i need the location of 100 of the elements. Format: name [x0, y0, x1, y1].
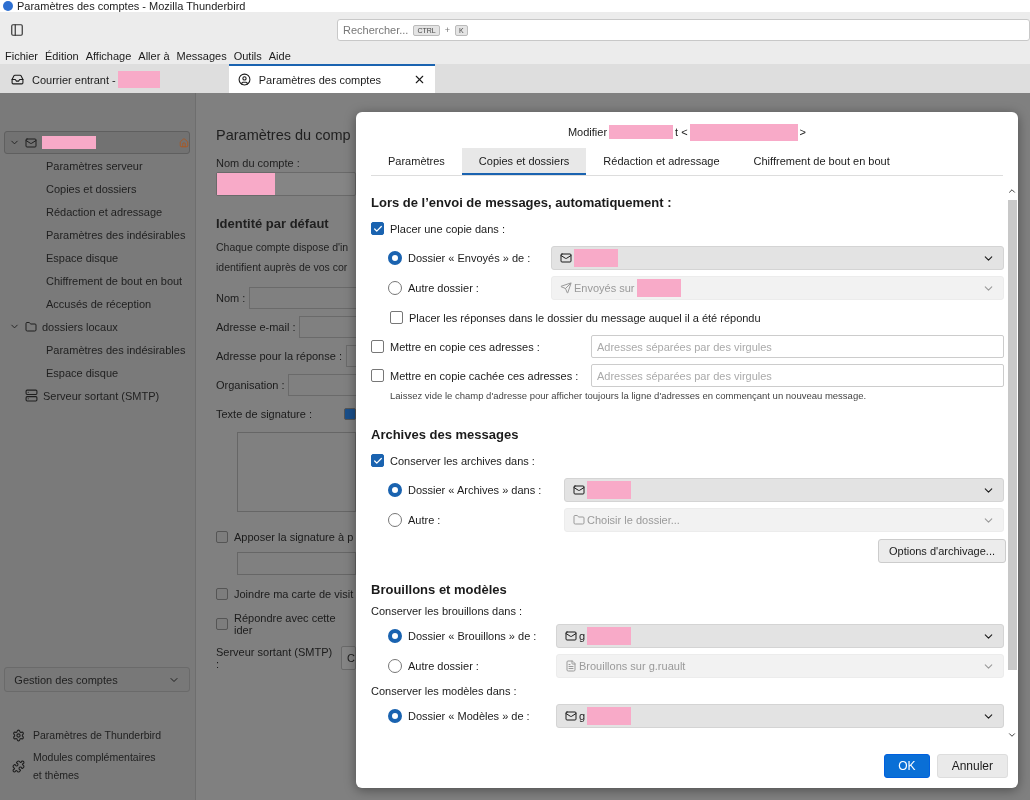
sidebar-link[interactable]: Modules complémentaires et thèmes — [4, 748, 190, 784]
mail-icon — [573, 484, 585, 496]
radio-button[interactable] — [388, 513, 402, 527]
section-heading: Identité par défaut — [216, 216, 329, 231]
scrollbar[interactable] — [1006, 186, 1018, 740]
cancel-button[interactable]: Annuler — [936, 754, 1008, 778]
puzzle-icon — [12, 759, 25, 773]
menu-item[interactable]: Édition — [45, 50, 79, 62]
redaction-block — [217, 173, 275, 195]
checkbox-label: Placer les réponses dans le dossier du message auquel il a été répondu — [409, 311, 761, 324]
field-label: Nom du compte : — [216, 157, 300, 169]
radio-label: Dossier « Envoyés » de : — [408, 252, 532, 264]
mail-icon — [25, 136, 37, 149]
sidebar-toggle-icon[interactable] — [10, 23, 24, 37]
search-placeholder: Rechercher... — [343, 24, 409, 36]
text-input[interactable] — [249, 286, 356, 309]
checkbox[interactable] — [216, 588, 228, 600]
tree-item[interactable]: Espace disque — [4, 246, 190, 269]
redaction-block — [587, 707, 632, 725]
menu-item[interactable]: Fichier — [5, 50, 38, 62]
menu-item[interactable]: Affichage — [85, 50, 132, 62]
checkbox-label: Placer une copie dans : — [390, 222, 505, 235]
mail-icon — [560, 252, 572, 264]
tree-item[interactable]: dossiers locaux — [4, 315, 190, 338]
checkbox[interactable] — [344, 407, 356, 420]
checkbox[interactable] — [371, 340, 384, 353]
address-input[interactable]: Adresses séparées par des virgules — [591, 364, 1004, 387]
folder-icon — [25, 320, 37, 333]
tree-item[interactable]: Rédaction et adressage — [4, 200, 190, 223]
field-label: Adresse e-mail : — [216, 320, 296, 333]
tree-item[interactable] — [4, 131, 190, 154]
file-input[interactable] — [237, 552, 356, 575]
ok-button[interactable]: OK — [884, 754, 930, 778]
checkbox[interactable] — [216, 531, 228, 543]
radio-label: Autre : — [408, 514, 442, 526]
group-label: Conserver les modèles dans : — [371, 684, 518, 699]
tree-item[interactable]: Paramètres des indésirables — [4, 338, 190, 361]
tab[interactable]: Rédaction et adressage — [586, 148, 737, 175]
scroll-down-icon[interactable] — [1007, 730, 1017, 740]
dialog-title: t < — [675, 126, 688, 138]
checkbox[interactable] — [371, 222, 384, 235]
radio-button[interactable] — [388, 251, 402, 265]
menu-item[interactable]: Aller à — [138, 50, 170, 62]
field-label: Serveur sortant (SMTP) : — [216, 645, 334, 670]
checkbox[interactable] — [371, 369, 384, 382]
house-icon — [179, 137, 189, 148]
address-input[interactable]: Adresses séparées par des virgules — [591, 335, 1004, 358]
folder-dropdown[interactable]: g — [556, 704, 1004, 728]
tree-item[interactable]: Accusés de réception — [4, 292, 190, 315]
account-name-input[interactable] — [216, 172, 356, 196]
radio-button[interactable] — [388, 281, 402, 295]
redaction-block — [117, 71, 160, 88]
smtp-dropdown[interactable]: C — [341, 645, 356, 670]
folder-dropdown[interactable]: g — [556, 624, 1004, 648]
checkbox-label: Apposer la signature à p — [234, 531, 354, 543]
radio-label: Autre dossier : — [408, 660, 480, 672]
checkbox[interactable] — [371, 454, 384, 467]
tree-item[interactable]: Espace disque — [4, 361, 190, 384]
checkbox-label: Mettre en copie cachée ces adresses : — [390, 369, 580, 382]
dialog-title: Modifier — [567, 126, 608, 138]
radio-label: Autre dossier : — [408, 282, 480, 294]
tab[interactable]: Paramètres des comptes — [228, 64, 435, 93]
tab[interactable]: Copies et dossiers — [461, 148, 587, 175]
radio-button[interactable] — [388, 709, 402, 723]
field-label: Texte de signature : — [216, 407, 312, 420]
section-heading: Brouillons et modèles — [371, 580, 507, 599]
checkbox[interactable] — [216, 618, 228, 630]
menu-item[interactable]: Outils — [233, 50, 262, 62]
tree-item[interactable]: Paramètres des indésirables — [4, 223, 190, 246]
scroll-up-icon[interactable] — [1007, 186, 1017, 196]
tab-label: Paramètres des comptes — [258, 73, 382, 86]
checkbox-label: Répondre avec cette ider — [234, 612, 337, 636]
tree-item[interactable]: Serveur sortant (SMTP) — [4, 384, 190, 407]
radio-button[interactable] — [388, 659, 402, 673]
sidebar-link[interactable]: Paramètres de Thunderbird — [4, 726, 190, 744]
tab[interactable]: Chiffrement de bout en bout — [736, 148, 907, 175]
mail-icon — [565, 710, 577, 722]
redaction-block — [574, 249, 618, 267]
redaction-block — [609, 125, 674, 139]
manage-accounts-button[interactable]: Gestion des comptes — [4, 667, 190, 692]
scroll-thumb[interactable] — [1007, 200, 1017, 670]
dialog-title: > — [799, 126, 807, 138]
tab[interactable]: Courrier entrant - — [2, 64, 169, 93]
menu-item[interactable]: Aide — [268, 50, 291, 62]
checkbox[interactable] — [390, 311, 403, 324]
app-logo-icon — [3, 1, 13, 11]
paper-plane-icon — [560, 282, 572, 294]
tab[interactable]: Paramètres — [371, 148, 462, 175]
shortcut-joiner: + — [444, 25, 450, 35]
menu-item[interactable]: Messages — [176, 50, 227, 62]
mail-icon — [565, 630, 577, 642]
tree-item[interactable]: Copies et dossiers — [4, 177, 190, 200]
inbox-icon — [11, 73, 24, 86]
tree-item[interactable]: Paramètres serveur — [4, 154, 190, 177]
tree-item[interactable]: Chiffrement de bout en bout — [4, 269, 190, 292]
radio-button[interactable] — [388, 483, 402, 497]
description-text: identifient auprès de vos cor — [216, 260, 348, 275]
field-label: Organisation : — [216, 378, 285, 391]
radio-button[interactable] — [388, 629, 402, 643]
archive-options-button[interactable]: Options d'archivage... — [877, 539, 1006, 563]
